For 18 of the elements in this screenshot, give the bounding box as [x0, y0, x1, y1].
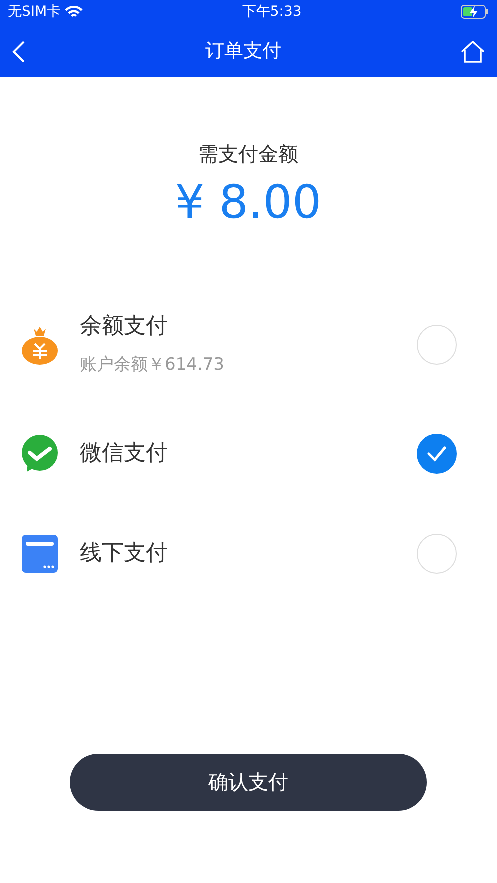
confirm-button[interactable]: 确认支付 — [70, 754, 427, 811]
amount-value: ¥ 8.00 — [174, 177, 323, 228]
card-icon — [22, 534, 58, 573]
radio-button[interactable] — [417, 434, 457, 474]
page-title: 订单支付 — [206, 38, 282, 64]
balance-text: 账户余额￥614.73 — [80, 354, 226, 378]
method-name: 线下支付 — [80, 540, 169, 568]
home-button[interactable] — [461, 39, 485, 63]
back-button[interactable] — [12, 39, 26, 63]
method-name: 余额支付 — [80, 313, 169, 342]
status-time: 下午5:33 — [242, 3, 302, 22]
money-bag-icon — [22, 324, 58, 365]
amount-label: 需支付金额 — [198, 141, 300, 168]
chat-check-icon — [22, 434, 58, 473]
check-icon — [427, 446, 447, 462]
wifi-icon — [65, 6, 84, 19]
carrier-text: 无SIM卡 — [8, 3, 62, 22]
method-name: 微信支付 — [80, 440, 169, 468]
